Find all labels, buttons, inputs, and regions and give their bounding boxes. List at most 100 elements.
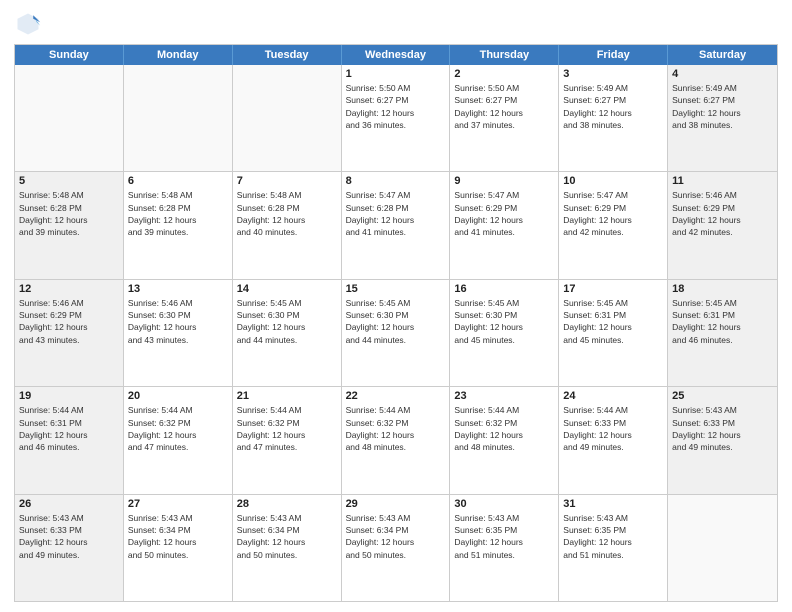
day-info: Sunrise: 5:45 AM Sunset: 6:30 PM Dayligh…: [237, 297, 337, 346]
cal-cell-21: 21 Sunrise: 5:44 AM Sunset: 6:32 PM Dayli…: [233, 387, 342, 493]
cal-cell-8: 8Sunrise: 5:47 AM Sunset: 6:28 PM Daylig…: [342, 172, 451, 278]
day-info: Sunrise: 5:46 AM Sunset: 6:29 PM Dayligh…: [19, 297, 119, 346]
day-number: 2: [454, 68, 554, 80]
day-number: 7: [237, 175, 337, 187]
day-header-sunday: Sunday: [15, 45, 124, 65]
day-info: Sunrise: 5:49 AM Sunset: 6:27 PM Dayligh…: [563, 82, 663, 131]
day-info: Sunrise: 5:44 AM Sunset: 6:32 PM Dayligh…: [454, 404, 554, 453]
day-number: 30: [454, 498, 554, 510]
day-info: Sunrise: 5:45 AM Sunset: 6:31 PM Dayligh…: [672, 297, 773, 346]
day-number: 29: [346, 498, 446, 510]
day-number: 24: [563, 390, 663, 402]
day-number: 6: [128, 175, 228, 187]
cal-cell-28: 28 Sunrise: 5:43 AM Sunset: 6:34 PM Dayli…: [233, 495, 342, 601]
cal-cell-5: 5 Sunrise: 5:48 AM Sunset: 6:28 PM Daylig…: [15, 172, 124, 278]
cal-cell-2: 2 Sunrise: 5:50 AM Sunset: 6:27 PM Daylig…: [450, 65, 559, 171]
cal-cell-26: 26 Sunrise: 5:43 AM Sunset: 6:33 PM Dayli…: [15, 495, 124, 601]
day-number: 21: [237, 390, 337, 402]
cal-cell-22: 22 Sunrise: 5:44 AM Sunset: 6:32 PM Dayli…: [342, 387, 451, 493]
day-info: Sunrise: 5:43 AM Sunset: 6:35 PM Dayligh…: [454, 512, 554, 561]
cal-cell-25: 25Sunrise: 5:43 AM Sunset: 6:33 PM Dayli…: [668, 387, 777, 493]
day-header-tuesday: Tuesday: [233, 45, 342, 65]
day-number: 25: [672, 390, 773, 402]
day-number: 28: [237, 498, 337, 510]
cal-cell-20: 20Sunrise: 5:44 AM Sunset: 6:32 PM Dayli…: [124, 387, 233, 493]
cal-cell-14: 14 Sunrise: 5:45 AM Sunset: 6:30 PM Dayli…: [233, 280, 342, 386]
day-header-thursday: Thursday: [450, 45, 559, 65]
day-number: 31: [563, 498, 663, 510]
day-info: Sunrise: 5:43 AM Sunset: 6:34 PM Dayligh…: [128, 512, 228, 561]
day-info: Sunrise: 5:43 AM Sunset: 6:34 PM Dayligh…: [346, 512, 446, 561]
logo: [14, 10, 46, 38]
day-header-friday: Friday: [559, 45, 668, 65]
cal-cell-27: 27 Sunrise: 5:43 AM Sunset: 6:34 PM Dayli…: [124, 495, 233, 601]
day-number: 17: [563, 283, 663, 295]
day-info: Sunrise: 5:44 AM Sunset: 6:33 PM Dayligh…: [563, 404, 663, 453]
day-info: Sunrise: 5:43 AM Sunset: 6:33 PM Dayligh…: [19, 512, 119, 561]
week-row-4: 19 Sunrise: 5:44 AM Sunset: 6:31 PM Dayli…: [15, 387, 777, 494]
day-number: 11: [672, 175, 773, 187]
cal-cell-24: 24 Sunrise: 5:44 AM Sunset: 6:33 PM Dayli…: [559, 387, 668, 493]
day-number: 15: [346, 283, 446, 295]
page: SundayMondayTuesdayWednesdayThursdayFrid…: [0, 0, 792, 612]
day-number: 18: [672, 283, 773, 295]
day-number: 1: [346, 68, 446, 80]
day-number: 9: [454, 175, 554, 187]
cal-cell-empty-2: [233, 65, 342, 171]
day-info: Sunrise: 5:49 AM Sunset: 6:27 PM Dayligh…: [672, 82, 773, 131]
cal-cell-empty-0: [15, 65, 124, 171]
cal-cell-7: 7 Sunrise: 5:48 AM Sunset: 6:28 PM Daylig…: [233, 172, 342, 278]
day-header-wednesday: Wednesday: [342, 45, 451, 65]
day-info: Sunrise: 5:44 AM Sunset: 6:31 PM Dayligh…: [19, 404, 119, 453]
day-info: Sunrise: 5:46 AM Sunset: 6:29 PM Dayligh…: [672, 189, 773, 238]
cal-cell-9: 9 Sunrise: 5:47 AM Sunset: 6:29 PM Daylig…: [450, 172, 559, 278]
day-info: Sunrise: 5:44 AM Sunset: 6:32 PM Dayligh…: [237, 404, 337, 453]
day-number: 13: [128, 283, 228, 295]
cal-cell-16: 16 Sunrise: 5:45 AM Sunset: 6:30 PM Dayli…: [450, 280, 559, 386]
calendar: SundayMondayTuesdayWednesdayThursdayFrid…: [14, 44, 778, 602]
cal-cell-10: 10 Sunrise: 5:47 AM Sunset: 6:29 PM Dayli…: [559, 172, 668, 278]
day-number: 8: [346, 175, 446, 187]
day-number: 16: [454, 283, 554, 295]
week-row-2: 5 Sunrise: 5:48 AM Sunset: 6:28 PM Daylig…: [15, 172, 777, 279]
day-info: Sunrise: 5:43 AM Sunset: 6:35 PM Dayligh…: [563, 512, 663, 561]
day-number: 22: [346, 390, 446, 402]
day-number: 5: [19, 175, 119, 187]
week-row-3: 12 Sunrise: 5:46 AM Sunset: 6:29 PM Dayli…: [15, 280, 777, 387]
day-info: Sunrise: 5:44 AM Sunset: 6:32 PM Dayligh…: [346, 404, 446, 453]
day-info: Sunrise: 5:47 AM Sunset: 6:29 PM Dayligh…: [454, 189, 554, 238]
day-header-monday: Monday: [124, 45, 233, 65]
day-info: Sunrise: 5:50 AM Sunset: 6:27 PM Dayligh…: [454, 82, 554, 131]
day-header-saturday: Saturday: [668, 45, 777, 65]
day-number: 4: [672, 68, 773, 80]
day-number: 3: [563, 68, 663, 80]
day-number: 27: [128, 498, 228, 510]
calendar-body: 1 Sunrise: 5:50 AM Sunset: 6:27 PM Daylig…: [15, 65, 777, 601]
day-number: 12: [19, 283, 119, 295]
cal-cell-31: 31 Sunrise: 5:43 AM Sunset: 6:35 PM Dayli…: [559, 495, 668, 601]
week-row-1: 1 Sunrise: 5:50 AM Sunset: 6:27 PM Daylig…: [15, 65, 777, 172]
day-number: 26: [19, 498, 119, 510]
cal-cell-18: 18 Sunrise: 5:45 AM Sunset: 6:31 PM Dayli…: [668, 280, 777, 386]
day-info: Sunrise: 5:47 AM Sunset: 6:29 PM Dayligh…: [563, 189, 663, 238]
cal-cell-empty-1: [124, 65, 233, 171]
cal-cell-15: 15Sunrise: 5:45 AM Sunset: 6:30 PM Dayli…: [342, 280, 451, 386]
cal-cell-1: 1 Sunrise: 5:50 AM Sunset: 6:27 PM Daylig…: [342, 65, 451, 171]
cal-cell-19: 19 Sunrise: 5:44 AM Sunset: 6:31 PM Dayli…: [15, 387, 124, 493]
day-number: 14: [237, 283, 337, 295]
cal-cell-30: 30 Sunrise: 5:43 AM Sunset: 6:35 PM Dayli…: [450, 495, 559, 601]
day-number: 19: [19, 390, 119, 402]
cal-cell-13: 13Sunrise: 5:46 AM Sunset: 6:30 PM Dayli…: [124, 280, 233, 386]
cal-cell-29: 29 Sunrise: 5:43 AM Sunset: 6:34 PM Dayli…: [342, 495, 451, 601]
day-info: Sunrise: 5:48 AM Sunset: 6:28 PM Dayligh…: [237, 189, 337, 238]
cal-cell-6: 6 Sunrise: 5:48 AM Sunset: 6:28 PM Daylig…: [124, 172, 233, 278]
cal-cell-3: 3 Sunrise: 5:49 AM Sunset: 6:27 PM Daylig…: [559, 65, 668, 171]
day-number: 10: [563, 175, 663, 187]
day-info: Sunrise: 5:45 AM Sunset: 6:30 PM Dayligh…: [454, 297, 554, 346]
day-info: Sunrise: 5:48 AM Sunset: 6:28 PM Dayligh…: [128, 189, 228, 238]
cal-cell-17: 17Sunrise: 5:45 AM Sunset: 6:31 PM Dayli…: [559, 280, 668, 386]
cal-cell-11: 11 Sunrise: 5:46 AM Sunset: 6:29 PM Dayli…: [668, 172, 777, 278]
day-info: Sunrise: 5:50 AM Sunset: 6:27 PM Dayligh…: [346, 82, 446, 131]
day-info: Sunrise: 5:48 AM Sunset: 6:28 PM Dayligh…: [19, 189, 119, 238]
day-info: Sunrise: 5:43 AM Sunset: 6:34 PM Dayligh…: [237, 512, 337, 561]
